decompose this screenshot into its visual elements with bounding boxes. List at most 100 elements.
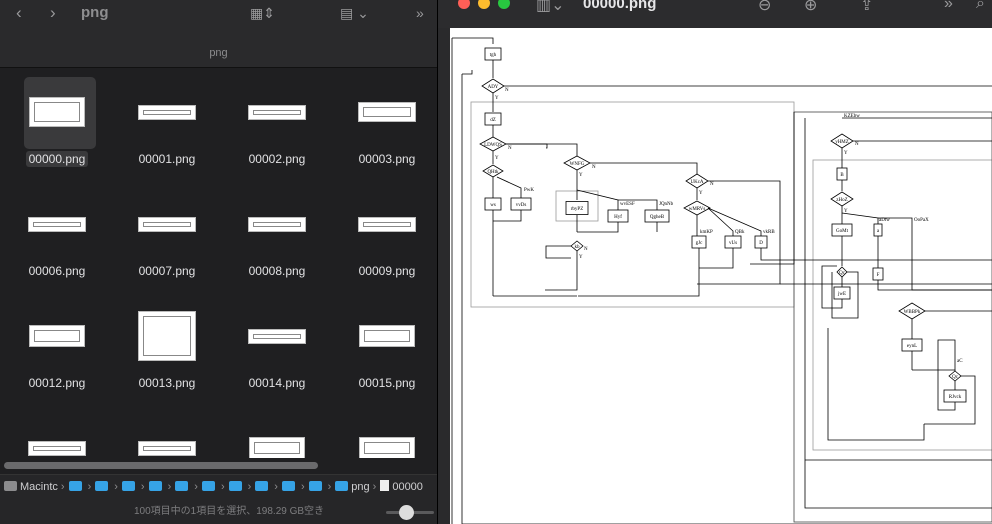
edge-label: N — [505, 88, 509, 93]
file-item[interactable]: 00000.png — [2, 68, 112, 176]
breadcrumb-file[interactable]: 00000 — [380, 475, 423, 498]
file-thumbnail — [28, 440, 86, 456]
breadcrumb-folder[interactable] — [95, 475, 111, 498]
chevron-left-icon[interactable]: ‹ — [16, 3, 22, 23]
finder-toolbar: ‹ › png ▦⇕ ▤ ⌄ » — [0, 0, 437, 30]
file-thumbnail — [138, 104, 196, 120]
minimize-button[interactable] — [478, 0, 490, 9]
breadcrumb-folder[interactable] — [255, 475, 271, 498]
horizontal-scrollbar[interactable] — [0, 460, 437, 472]
file-thumbnail — [248, 328, 306, 344]
breadcrumb-folder[interactable] — [148, 475, 165, 498]
sidebar-icon[interactable]: ▥⌄ — [536, 0, 565, 15]
node-label: gJc — [696, 241, 703, 246]
window-title: png — [81, 4, 109, 21]
close-button[interactable] — [458, 0, 470, 9]
edge-label: OoPaX — [914, 218, 929, 223]
breadcrumb-folder-png[interactable]: png — [335, 475, 370, 498]
file-thumbnail — [28, 216, 86, 232]
folder-label: png — [351, 481, 370, 493]
folder-icon — [335, 481, 349, 491]
breadcrumb-folder[interactable] — [228, 475, 245, 498]
file-item[interactable]: 00007.png — [112, 180, 222, 288]
edge-label: vkRB — [763, 230, 775, 235]
outer-frame — [793, 111, 992, 523]
file-name: 00002.png — [248, 152, 306, 166]
search-icon[interactable]: ⌕ — [976, 0, 985, 13]
node-label: ADY — [488, 85, 499, 90]
folder-icon — [281, 481, 295, 491]
file-item[interactable] — [222, 404, 332, 458]
file-name: 00014.png — [248, 376, 306, 390]
file-name: 00008.png — [248, 264, 306, 278]
file-item[interactable]: 00009.png — [332, 180, 437, 288]
breadcrumb-folder[interactable] — [68, 475, 85, 498]
file-item[interactable]: 00006.png — [2, 180, 112, 288]
edge-label: JQnNb — [659, 202, 674, 207]
breadcrumb-folder[interactable] — [308, 475, 325, 498]
file-item[interactable]: 00013.png — [112, 292, 222, 400]
file-name: 00012.png — [28, 376, 86, 390]
double-chevron-right-icon[interactable]: » — [416, 3, 424, 23]
flow-edge — [493, 210, 522, 222]
breadcrumb-folder[interactable] — [175, 475, 191, 498]
file-thumbnail — [138, 311, 196, 361]
file-item[interactable]: 00001.png — [112, 68, 222, 176]
file-thumbnail — [29, 325, 85, 347]
node-label: dZ — [490, 118, 496, 123]
node-label: F — [877, 273, 880, 278]
file-label: 00000 — [392, 481, 423, 493]
flow-edge — [841, 212, 879, 224]
file-item[interactable]: 00002.png — [222, 68, 332, 176]
flow-edge — [545, 251, 578, 291]
flow-edge — [462, 70, 473, 75]
node-label: ws — [490, 203, 496, 208]
zoom-in-icon[interactable]: ⊕ — [804, 0, 817, 15]
edge-label: N — [855, 142, 859, 147]
node-label: vUs — [729, 241, 737, 246]
scrollbar-thumb[interactable] — [4, 462, 318, 469]
file-item[interactable]: 00008.png — [222, 180, 332, 288]
zoom-out-icon[interactable]: ⊖ — [758, 0, 771, 15]
file-item[interactable]: 00015.png — [332, 292, 437, 400]
folder-icon — [308, 481, 322, 491]
finder-window: ‹ › png ▦⇕ ▤ ⌄ » png 00000.png 00001.png 0… — [0, 0, 437, 524]
flowchart-diagram: tghADYYNdZLDWQSNYQHtkws vvDsPwKWNFGYNrbyP… — [451, 37, 992, 524]
edge-label: KZEbw — [844, 114, 860, 119]
file-item[interactable]: 00003.png — [332, 68, 437, 176]
preview-window: ▥⌄ 00000.png ⊖ ⊕ ⇪ » ⌕ tgh ADY Y NdZ LDWQS N Y… — [438, 0, 992, 524]
file-item[interactable] — [2, 404, 112, 458]
grid-view-icon[interactable]: ▦⇕ — [250, 3, 275, 23]
node-label: jwE — [837, 292, 846, 297]
edge-label: N — [710, 182, 714, 187]
breadcrumb: Macintc › › › › › › › › › › › png › 00000 — [0, 474, 437, 498]
group-icon[interactable]: ▤ ⌄ — [340, 3, 369, 23]
edge-label: N — [592, 165, 596, 170]
file-name: 00003.png — [358, 152, 416, 166]
file-item[interactable]: 00012.png — [2, 292, 112, 400]
breadcrumb-folder[interactable] — [281, 475, 298, 498]
folder-icon — [68, 481, 82, 491]
node-label: Hyf — [614, 215, 622, 220]
zoom-button[interactable] — [498, 0, 510, 9]
folder-icon — [228, 481, 242, 491]
node-label: kb — [575, 245, 581, 250]
breadcrumb-folder[interactable] — [201, 475, 218, 498]
node-label: WNFG — [570, 162, 585, 167]
file-item[interactable] — [112, 404, 222, 458]
path-title: png — [0, 30, 437, 68]
flow-edge — [452, 37, 494, 44]
file-item[interactable]: 00014.png — [222, 292, 332, 400]
breadcrumb-drive[interactable]: Macintc — [4, 475, 58, 498]
double-chevron-right-icon[interactable]: » — [944, 0, 953, 13]
breadcrumb-folder[interactable] — [121, 475, 138, 498]
share-icon[interactable]: ⇪ — [860, 0, 873, 15]
file-item[interactable] — [332, 404, 437, 458]
file-name: 00013.png — [138, 376, 196, 390]
node-label: rbyPZ — [571, 207, 584, 212]
status-text: 100項目中の1項目を選択、198.29 GB空き — [134, 506, 325, 517]
node-label: RJvck — [949, 395, 962, 400]
slider-knob[interactable] — [399, 505, 414, 520]
file-thumbnail — [138, 216, 196, 232]
chevron-right-icon[interactable]: › — [50, 3, 56, 23]
